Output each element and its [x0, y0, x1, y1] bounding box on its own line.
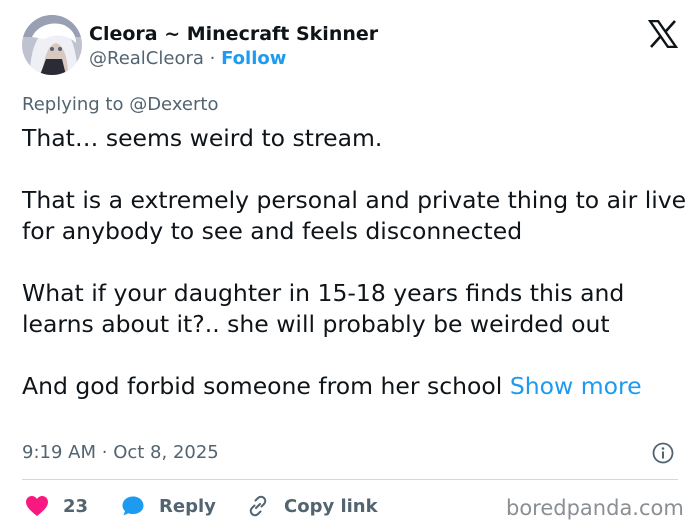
handle-separator: ·	[209, 48, 216, 69]
reply-bubble-icon	[122, 496, 144, 516]
author-handle[interactable]: @RealCleora	[89, 48, 204, 69]
link-icon	[249, 495, 267, 517]
post-paragraph-last: And god forbid someone from her school S…	[22, 371, 690, 402]
copy-link-button[interactable]: Copy link	[246, 493, 378, 519]
post-date: Oct 8, 2025	[113, 442, 219, 463]
post-paragraph: What if your daughter in 15-18 years fin…	[22, 279, 625, 338]
like-button[interactable]: 23	[25, 493, 88, 519]
copy-link-label: Copy link	[284, 495, 378, 517]
follow-button[interactable]: Follow	[221, 48, 286, 69]
author-handle-row: @RealCleora · Follow	[89, 47, 286, 71]
reply-label: Reply	[159, 495, 216, 517]
timestamp-separator: ·	[101, 442, 108, 463]
divider	[22, 479, 678, 480]
reply-button[interactable]: Reply	[121, 493, 216, 519]
post-body: That… seems weird to stream. That is a e…	[22, 123, 690, 402]
like-count: 23	[63, 495, 89, 517]
post-timestamp[interactable]: 9:19 AM · Oct 8, 2025	[22, 441, 219, 465]
heart-icon	[26, 496, 48, 516]
anime-avatar-icon	[22, 15, 82, 75]
post-time: 9:19 AM	[22, 442, 96, 463]
info-icon[interactable]	[652, 442, 674, 464]
post-paragraph: That is a extremely personal and private…	[22, 186, 687, 245]
x-logo-icon[interactable]	[648, 20, 678, 48]
post-paragraph: That… seems weird to stream.	[22, 124, 383, 152]
watermark: boredpanda.com	[506, 496, 684, 520]
show-more-link[interactable]: Show more	[510, 372, 642, 400]
author-display-name[interactable]: Cleora ~ Minecraft Skinner	[89, 22, 378, 46]
post-paragraph-text: And god forbid someone from her school	[22, 372, 503, 400]
reply-context[interactable]: Replying to @Dexerto	[22, 93, 218, 117]
avatar[interactable]	[22, 15, 82, 75]
